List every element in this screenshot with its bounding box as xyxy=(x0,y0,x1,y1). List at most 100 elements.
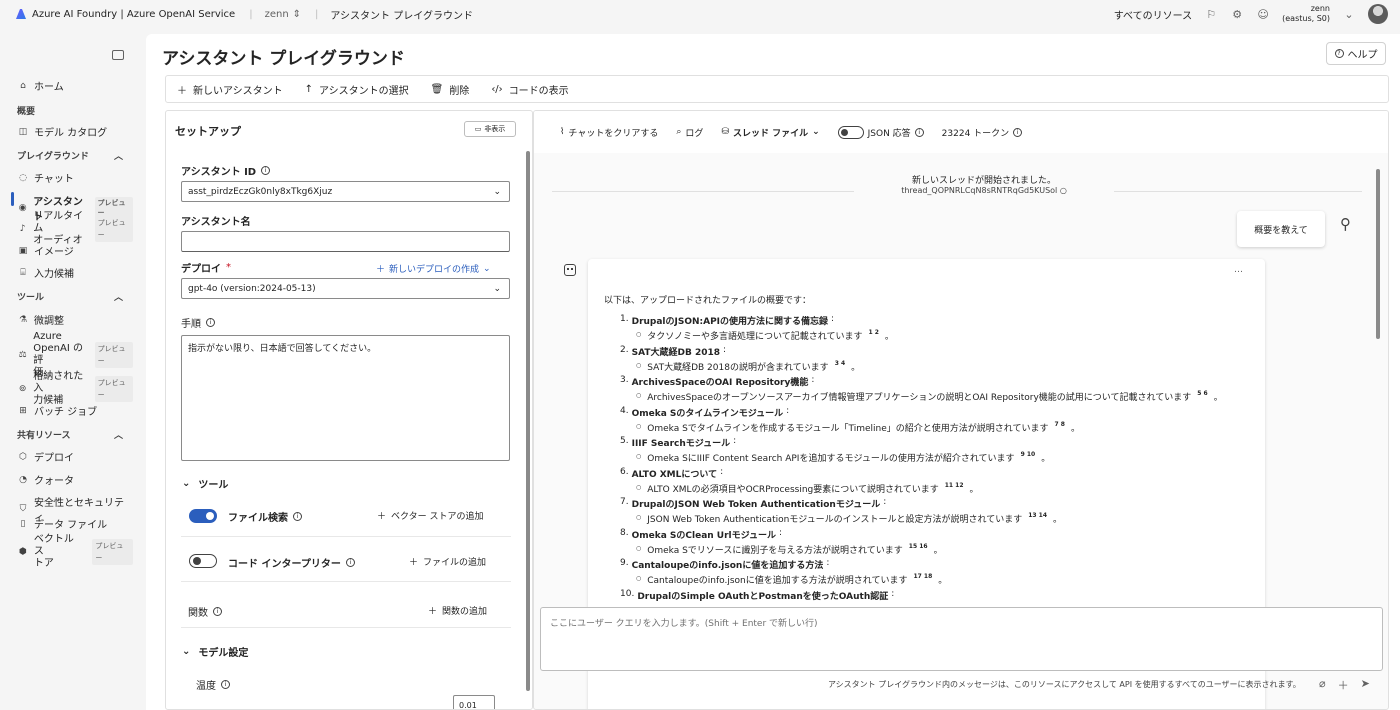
create-deploy-link[interactable]: ＋ 新しいデプロイの作成 ⌄ xyxy=(376,262,491,276)
announcement-icon[interactable]: ⚐ xyxy=(1204,7,1218,21)
citation-marker[interactable]: 5 6 xyxy=(1197,390,1207,403)
label-text: JSON 応答 xyxy=(867,128,911,139)
preview-badge: プレビュー xyxy=(94,216,133,242)
section-overview: 概要 xyxy=(17,104,123,117)
all-resources-link[interactable]: すべてのリソース xyxy=(1114,7,1192,22)
citation-marker[interactable]: 17 18 xyxy=(913,573,932,586)
list-item-title: 7. DrupalのJSON Web Token Authenticationモジ… xyxy=(620,497,1260,510)
collapse-sidebar-icon[interactable] xyxy=(112,50,124,60)
thread-files-button[interactable]: ⛁ スレッド ファイル ⌄ xyxy=(721,126,819,139)
sidebar-item-model-catalog[interactable]: ◫ モデル カタログ xyxy=(18,124,133,140)
send-icon[interactable]: ➤ xyxy=(1361,677,1370,693)
json-mode-toggle[interactable] xyxy=(837,125,864,139)
period: 。 xyxy=(1070,423,1080,434)
chevron-down-icon[interactable]: ⌄ xyxy=(1342,7,1356,21)
avatar[interactable] xyxy=(1368,4,1388,24)
model-settings-toggle[interactable]: ⌄ モデル設定 xyxy=(182,644,248,659)
sidebar-item-quota[interactable]: ◔ クォータ xyxy=(18,472,133,488)
section-playground[interactable]: プレイグラウンド ︿ xyxy=(17,149,123,162)
more-options-icon[interactable]: … xyxy=(1234,265,1243,275)
sidebar-item-finetune[interactable]: ⚗ 微調整 xyxy=(18,312,133,328)
info-icon[interactable]: i xyxy=(345,558,355,567)
project-switcher[interactable]: zenn ⇕ xyxy=(265,9,301,20)
file-search-toggle[interactable] xyxy=(189,509,217,523)
list-item-heading: DrupalのSimple OAuthとPostmanを使ったOAuth認証 xyxy=(637,591,889,602)
delete-button[interactable]: 🗑 削除 xyxy=(431,82,470,97)
sidebar-item-stored-completions[interactable]: ⊚ 格納された入 力候補 プレビュー xyxy=(18,371,133,407)
instructions-textarea[interactable]: 指示がない限り、日本語で回答してください。 xyxy=(181,335,510,461)
colon: : xyxy=(891,588,895,599)
code-interpreter-toggle[interactable] xyxy=(189,554,217,568)
hide-setup-button[interactable]: ▭ 非表示 xyxy=(464,121,516,137)
colon: : xyxy=(786,405,790,416)
assistant-id-select[interactable]: asst_pirdzEczGk0nly8xTkg6Xjuz ⌄ xyxy=(181,181,510,202)
visibility-note: アシスタント プレイグラウンド内のメッセージは、このリソースにアクセスして AP… xyxy=(828,680,1301,689)
chat-scrollbar[interactable] xyxy=(1376,169,1380,339)
sidebar-item-chat[interactable]: ◌ チャット xyxy=(18,170,133,186)
sidebar-item-label: バッチ ジョブ xyxy=(34,407,98,418)
citation-marker[interactable]: 3 4 xyxy=(835,360,845,373)
preview-badge: プレビュー xyxy=(94,342,133,368)
breadcrumb-separator: | xyxy=(249,8,253,20)
citation-marker[interactable]: 9 10 xyxy=(1021,451,1036,464)
citation-marker[interactable]: 7 8 xyxy=(1055,421,1065,434)
help-button[interactable]: ? ヘルプ xyxy=(1326,42,1386,65)
select-assistant-button[interactable]: ↑ アシスタントの選択 xyxy=(305,82,409,97)
citation-marker[interactable]: 13 14 xyxy=(1028,512,1047,525)
sidebar-item-image[interactable]: ▣ イメージ xyxy=(18,243,133,259)
citation-marker[interactable]: 1 2 xyxy=(868,329,878,342)
tools-section-toggle[interactable]: ⌄ ツール xyxy=(182,476,228,491)
sidebar-item-completions[interactable]: ⌸ 入力候補 xyxy=(18,265,133,281)
new-assistant-button[interactable]: ＋ 新しいアシスタント xyxy=(177,82,283,97)
sidebar-item-home[interactable]: ⌂ ホーム xyxy=(18,78,133,94)
copy-icon[interactable]: ○ xyxy=(1060,186,1067,195)
info-icon[interactable]: i xyxy=(914,127,924,137)
help-icon: ? xyxy=(1334,49,1344,58)
button-label: 関数の追加 xyxy=(442,607,488,617)
assistant-name-input[interactable] xyxy=(181,231,510,252)
user-query-input[interactable]: ここにユーザー クエリを入力します。(Shift + Enter で新しい行) xyxy=(540,607,1383,671)
feedback-icon[interactable]: ☺ xyxy=(1256,7,1270,21)
list-item-heading: ALTO XMLについて xyxy=(631,469,718,480)
sidebar-item-data-files[interactable]: ▯ データ ファイル xyxy=(18,516,133,532)
sidebar-item-deploy[interactable]: ⬡ デプロイ xyxy=(18,449,133,465)
info-icon[interactable]: i xyxy=(293,512,302,521)
add-vector-store-button[interactable]: ＋ ベクター ストアの追加 xyxy=(377,509,484,522)
citation-marker[interactable]: 15 16 xyxy=(909,543,928,556)
deploy-select[interactable]: gpt-4o (version:2024-05-13) ⌄ xyxy=(181,278,510,299)
info-icon[interactable]: i xyxy=(1013,127,1023,137)
period: 。 xyxy=(969,484,979,495)
log-button[interactable]: ⌕ ログ xyxy=(676,126,703,139)
label-line: トア xyxy=(33,558,54,569)
citation-marker[interactable]: 11 12 xyxy=(945,482,964,495)
add-file-button[interactable]: ＋ ファイルの追加 xyxy=(409,555,486,568)
temperature-input[interactable]: 0.01 xyxy=(453,695,495,709)
section-tools[interactable]: ツール ︿ xyxy=(17,290,123,303)
sidebar-item-label: ホーム xyxy=(34,82,64,93)
info-icon[interactable]: i xyxy=(221,680,230,689)
clear-chat-button[interactable]: ⌇ チャットをクリアする xyxy=(560,126,658,139)
plus-icon[interactable]: ＋ xyxy=(1338,677,1349,693)
info-icon[interactable]: i xyxy=(206,318,215,327)
sidebar-item-label: デプロイ xyxy=(34,453,74,464)
add-function-button[interactable]: ＋ 関数の追加 xyxy=(428,604,487,617)
info-icon[interactable]: i xyxy=(261,166,271,175)
sidebar-item-batch[interactable]: ⊞ バッチ ジョブ xyxy=(18,403,133,419)
label-text: 手順 xyxy=(181,319,201,330)
settings-icon[interactable]: ⚙ xyxy=(1230,7,1244,21)
list-item-title: 10. DrupalのSimple OAuthとPostmanを使ったOAuth認… xyxy=(620,589,1260,602)
info-icon[interactable]: i xyxy=(213,607,222,616)
section-shared[interactable]: 共有リソース ︿ xyxy=(17,428,123,441)
list-item-title: 8. Omeka SのClean Urlモジュール: xyxy=(620,528,1260,541)
list-item: 9.Cantaloupeのinfo.jsonに値を追加する方法:Cantalou… xyxy=(620,558,1260,589)
attach-icon[interactable]: ⌀ xyxy=(1319,677,1326,693)
sidebar-item-vector-store[interactable]: ⬢ ベクトル ス トア プレビュー xyxy=(18,534,133,570)
colon: : xyxy=(883,497,887,507)
user-info[interactable]: zenn (eastus, S0) xyxy=(1282,4,1330,24)
setup-scrollbar[interactable] xyxy=(526,151,530,691)
brand[interactable]: Azure AI Foundry | Azure OpenAI Service xyxy=(0,9,235,20)
sidebar-item-realtime-audio[interactable]: ♪ リアルタイム オーディオ プレビュー xyxy=(18,211,133,247)
instructions-label: 手順 i xyxy=(181,315,215,330)
view-code-button[interactable]: ‹/› コードの表示 xyxy=(491,82,568,97)
colon: : xyxy=(811,375,815,385)
